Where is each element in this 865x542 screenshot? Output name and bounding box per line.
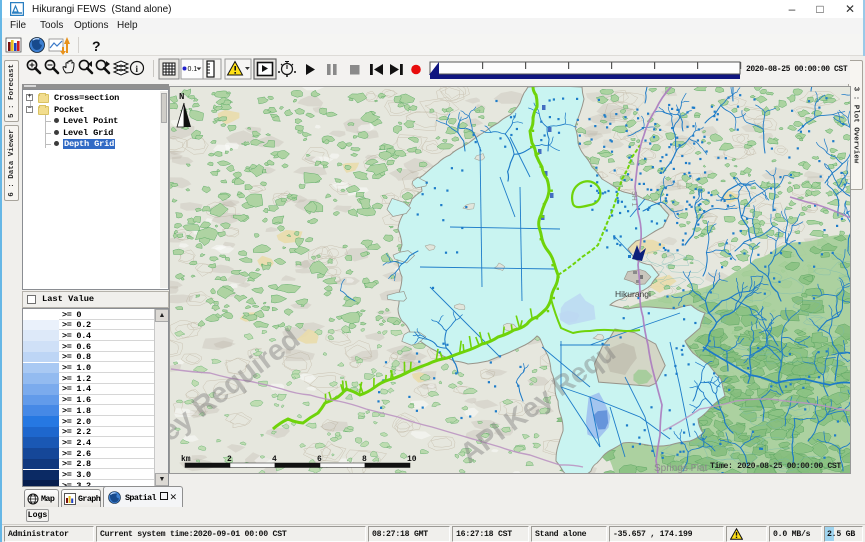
svg-text:Hikurangi: Hikurangi [615, 289, 651, 299]
svg-text:2: 2 [227, 455, 232, 464]
svg-text:N: N [179, 92, 184, 102]
svg-text:?: ? [92, 38, 101, 54]
svg-text:Time: 2020-08-25 00:00:00 CST: Time: 2020-08-25 00:00:00 CST [710, 461, 841, 471]
svg-text:8: 8 [362, 455, 367, 464]
svg-text:SH 1: SH 1 [630, 191, 637, 207]
svg-text:Springs Flat: Springs Flat [654, 463, 708, 474]
svg-text:i: i [136, 64, 139, 74]
svg-text:10: 10 [407, 455, 417, 464]
svg-text:4: 4 [272, 455, 277, 464]
svg-text:6: 6 [317, 455, 322, 464]
svg-text:km: km [181, 455, 191, 464]
svg-text:0.1: 0.1 [188, 66, 198, 73]
